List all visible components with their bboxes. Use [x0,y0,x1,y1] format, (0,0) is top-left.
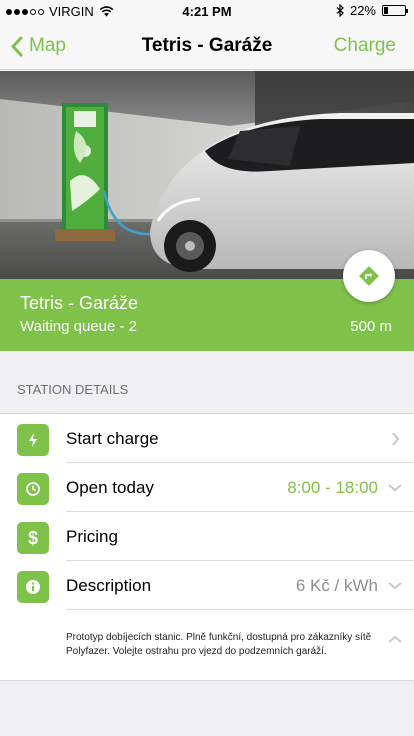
navigation-bar: Map Tetris - Garáže Charge [0,22,414,70]
row-label: Start charge [66,428,159,448]
back-button[interactable]: Map [10,22,66,70]
open-today-row[interactable]: Open today 8:00 - 18:00 [0,463,414,512]
directions-icon [359,266,379,286]
description-text: Prototyp dobíjecích stanic. Plně funkční… [66,632,372,657]
chevron-right-icon [388,431,402,446]
status-right: 22% [336,3,408,18]
row-label: Pricing [66,526,118,546]
clock-icon [17,473,49,505]
start-charge-row[interactable]: Start charge [0,414,414,463]
station-photo [0,71,414,279]
row-label: Description [66,575,152,595]
station-distance: 500 m [350,318,392,335]
opening-hours: 8:00 - 18:00 [287,477,378,497]
description-panel: Prototyp dobíjecích stanic. Plně funkční… [0,610,414,680]
back-button-label: Map [29,35,66,56]
bolt-icon [17,424,49,456]
pricing-row[interactable]: $ Pricing [0,512,414,561]
station-name: Tetris - Garáže [20,293,139,313]
price-value: 6 Kč / kWh [295,575,378,595]
description-row[interactable]: Description 6 Kč / kWh [0,561,414,610]
section-header: STATION DETAILS [17,382,129,397]
battery-percent: 22% [349,3,376,18]
info-icon [17,571,49,603]
status-bar: VIRGIN 4:21 PM 22% [0,0,414,22]
dollar-icon: $ [17,522,49,554]
chevron-down-icon [388,481,402,495]
charge-button[interactable]: Charge [334,22,396,70]
chevron-left-icon [11,36,23,56]
battery-fill [384,7,388,14]
battery-icon [382,5,408,16]
bluetooth-icon [336,4,344,17]
row-label: Open today [66,477,154,497]
chevron-down-icon [388,579,402,593]
chevron-up-icon[interactable] [388,631,402,649]
directions-button[interactable] [343,250,395,302]
waiting-queue: Waiting queue - 2 [20,318,138,335]
station-details-list: Start charge Open today 8:00 - 18:00 $ P… [0,413,414,681]
